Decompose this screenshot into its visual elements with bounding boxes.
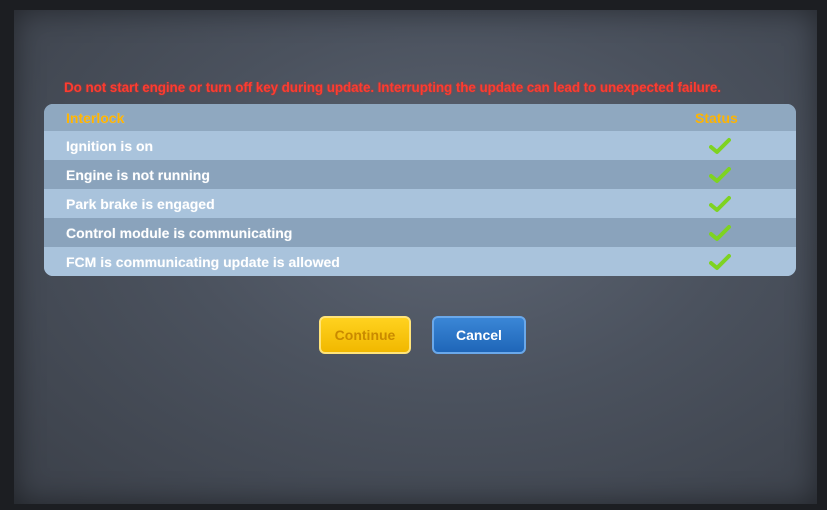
table-row: Park brake is engaged [44, 189, 796, 218]
table-row: FCM is communicating update is allowed [44, 247, 796, 276]
interlock-label: Park brake is engaged [66, 195, 215, 212]
checkmark-icon [709, 224, 731, 241]
interlock-table: Interlock Status Ignition is on Engine i… [44, 104, 796, 276]
checkmark-icon [709, 195, 731, 212]
interlock-label: Engine is not running [66, 166, 210, 183]
interlock-column-header: Interlock [66, 109, 125, 126]
update-screen: Do not start engine or turn off key duri… [14, 10, 817, 504]
checkmark-icon [709, 253, 731, 270]
table-row: Control module is communicating [44, 218, 796, 247]
checkmark-icon [709, 137, 731, 154]
checkmark-icon [709, 166, 731, 183]
display-bezel: Do not start engine or turn off key duri… [0, 0, 827, 510]
interlock-label: FCM is communicating update is allowed [66, 253, 340, 270]
interlock-label: Control module is communicating [66, 224, 293, 241]
continue-button[interactable]: Continue [319, 316, 411, 354]
interlock-label: Ignition is on [66, 137, 154, 154]
table-header: Interlock Status [44, 104, 796, 131]
warning-message: Do not start engine or turn off key duri… [64, 80, 721, 95]
table-row: Engine is not running [44, 160, 796, 189]
status-column-header: Status [695, 109, 738, 126]
cancel-button[interactable]: Cancel [432, 316, 526, 354]
table-row: Ignition is on [44, 131, 796, 160]
